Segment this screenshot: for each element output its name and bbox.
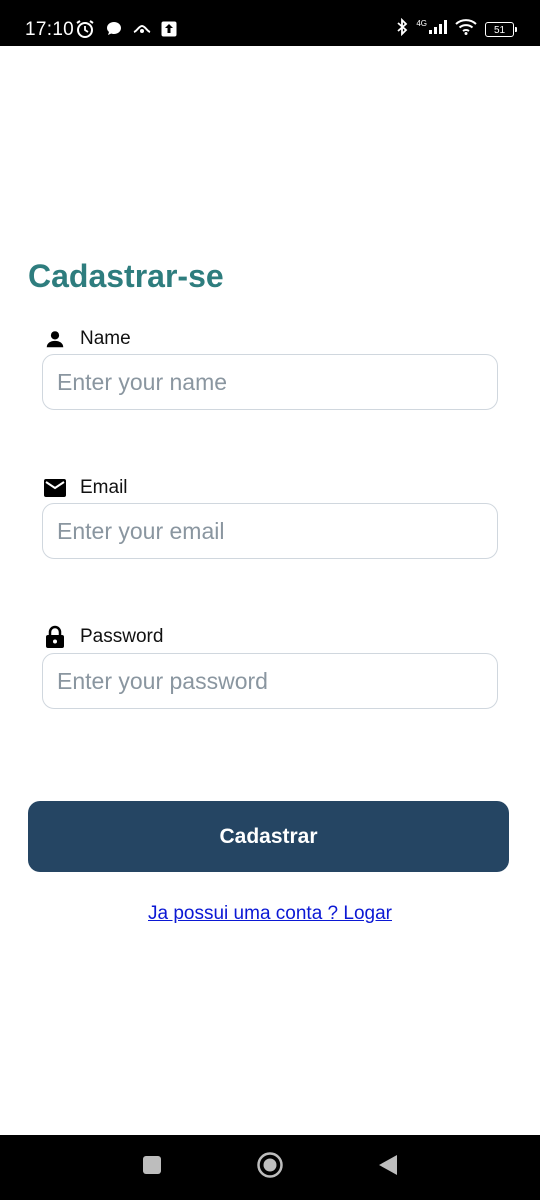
- nav-bar: [0, 1135, 540, 1200]
- login-link[interactable]: Ja possui uma conta ? Logar: [0, 903, 540, 925]
- recent-apps-icon: [142, 1155, 162, 1180]
- person-icon: [42, 326, 68, 352]
- name-label-row: Name: [42, 326, 131, 352]
- status-left-icons: [75, 19, 177, 44]
- password-label: Password: [80, 626, 164, 647]
- status-right-icons: 4G 51: [396, 17, 517, 41]
- back-icon: [378, 1154, 398, 1181]
- email-label-row: Email: [42, 475, 128, 501]
- email-input[interactable]: [42, 503, 498, 559]
- name-label: Name: [80, 328, 131, 349]
- mail-icon: [42, 475, 68, 501]
- home-icon: [256, 1151, 284, 1184]
- lock-icon: [42, 624, 68, 650]
- upload-icon: [161, 21, 177, 42]
- wifi-icon: [455, 19, 477, 40]
- recent-apps-button[interactable]: [132, 1135, 172, 1200]
- signal-icon: [429, 20, 447, 39]
- register-button[interactable]: Cadastrar: [28, 801, 509, 872]
- status-bar: 17:10 4G 51: [0, 0, 540, 46]
- page-title: Cadastrar-se: [28, 258, 224, 294]
- bluetooth-icon: [396, 17, 408, 41]
- email-label: Email: [80, 477, 128, 498]
- name-input[interactable]: [42, 354, 498, 410]
- battery-icon: 51: [485, 22, 517, 37]
- alarm-icon: [75, 19, 95, 44]
- chat-icon: [105, 20, 123, 43]
- password-label-row: Password: [42, 624, 163, 650]
- home-button[interactable]: [250, 1135, 290, 1200]
- network-type: 4G: [416, 19, 427, 28]
- status-time: 17:10: [25, 19, 75, 40]
- back-button[interactable]: [368, 1135, 408, 1200]
- password-input[interactable]: [42, 653, 498, 709]
- shopee-icon: [133, 22, 151, 41]
